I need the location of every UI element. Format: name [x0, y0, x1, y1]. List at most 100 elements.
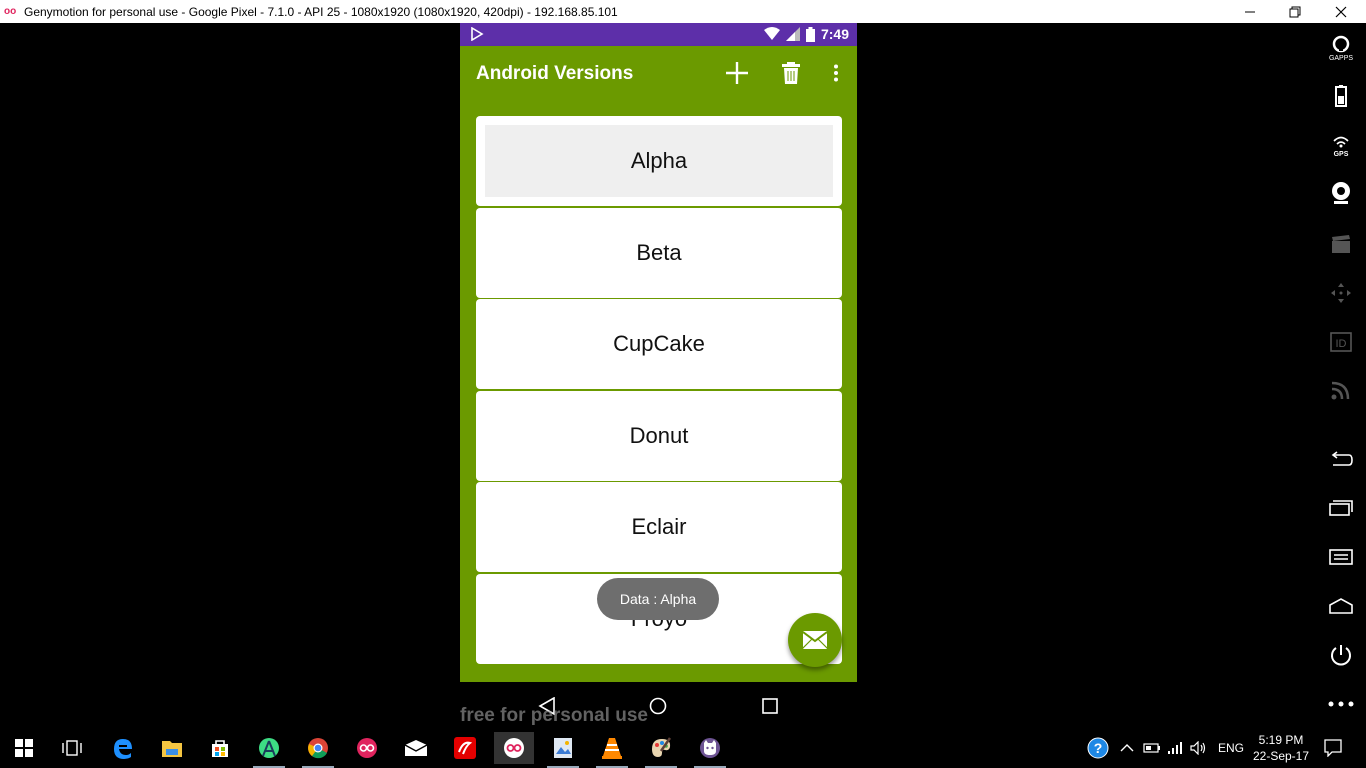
taskbar-github[interactable] [690, 732, 730, 768]
action-center-button[interactable] [1324, 728, 1342, 768]
list-item[interactable]: Donut [476, 391, 842, 481]
taskbar-mail[interactable] [396, 732, 436, 764]
device-id-button[interactable]: ID [1326, 327, 1356, 357]
taskbar-edge[interactable] [103, 732, 143, 764]
paint-icon [652, 737, 672, 757]
taskbar-paint[interactable] [641, 732, 681, 768]
genymotion-active-icon [504, 738, 524, 758]
dpad-button[interactable] [1326, 278, 1356, 308]
minimize-icon [1245, 11, 1255, 12]
recents-icon [762, 698, 778, 714]
minimize-button[interactable] [1227, 0, 1273, 23]
nav-home-button[interactable] [646, 694, 670, 718]
status-time: 7:49 [820, 26, 849, 42]
list-item[interactable]: Beta [476, 208, 842, 298]
menu-icon [1329, 549, 1353, 565]
store-icon [212, 740, 228, 757]
recent-apps-button[interactable] [1326, 493, 1356, 523]
clock-date: 22-Sep-17 [1252, 749, 1310, 763]
taskbar-genymotion-active[interactable] [494, 732, 534, 764]
android-status-bar: 7:49 [460, 23, 857, 46]
close-button[interactable] [1318, 0, 1364, 23]
wifi-icon [763, 27, 780, 40]
home-icon [1329, 598, 1353, 614]
id-icon: ID [1330, 332, 1352, 352]
taskbar-clock[interactable]: 5:19 PM 22-Sep-17 [1252, 732, 1310, 764]
chrome-icon [308, 738, 328, 759]
windows-taskbar: ? ENG 5:19 PM 22-Sep-17 [0, 728, 1366, 768]
battery-button[interactable] [1326, 81, 1356, 111]
signal-icon [785, 27, 800, 41]
delete-button[interactable] [776, 58, 806, 88]
language-indicator[interactable]: ENG [1218, 728, 1244, 768]
android-studio-icon [259, 738, 279, 758]
list-item-label: Eclair [631, 514, 687, 539]
webcam-button[interactable] [1326, 178, 1356, 208]
add-button[interactable] [722, 58, 752, 88]
window-title: Genymotion for personal use - Google Pix… [24, 4, 618, 19]
taskbar-android-studio[interactable] [249, 732, 289, 768]
media-button[interactable] [1326, 229, 1356, 259]
play-store-icon [471, 27, 484, 41]
toast-message: Data : Alpha [597, 578, 719, 620]
list-item[interactable]: Alpha [476, 116, 842, 206]
edge-icon [114, 739, 132, 759]
svg-text:GAPPS: GAPPS [1329, 55, 1353, 61]
list-item[interactable]: Eclair [476, 482, 842, 572]
power-button[interactable] [1326, 640, 1356, 670]
help-icon: ? [1087, 737, 1109, 759]
task-view-button[interactable] [52, 732, 92, 764]
email-fab-button[interactable] [788, 613, 842, 667]
email-icon [803, 631, 827, 649]
app-toolbar: Android Versions [460, 46, 857, 101]
show-hidden-icons-button[interactable] [1120, 728, 1134, 768]
taskbar-genymotion[interactable] [347, 732, 387, 764]
list-item-label: Beta [636, 240, 682, 265]
personal-use-watermark: free for personal use [460, 705, 648, 726]
nav-recents-button[interactable] [758, 694, 782, 718]
delete-icon [782, 62, 800, 84]
home-button[interactable] [1326, 591, 1356, 621]
chevron-up-icon [1120, 744, 1134, 752]
github-icon [700, 738, 720, 758]
dpad-icon [1331, 283, 1351, 303]
vlc-icon [602, 738, 622, 759]
svg-text:GPS: GPS [1334, 151, 1349, 157]
taskbar-vlc[interactable] [592, 732, 632, 768]
more-vert-icon [834, 64, 838, 82]
list-item-label: Alpha [630, 148, 688, 173]
taskbar-store[interactable] [200, 732, 240, 764]
svg-text:ID: ID [1336, 338, 1347, 350]
power-tray-icon[interactable] [1143, 728, 1161, 768]
taskbar-file-explorer[interactable] [152, 732, 192, 764]
back-button[interactable] [1326, 444, 1356, 474]
menu-button[interactable] [1326, 542, 1356, 572]
taskbar-airtel[interactable] [445, 732, 485, 764]
recent-apps-icon [1329, 500, 1353, 516]
photos-icon [554, 738, 572, 758]
list-item-label: Donut [629, 423, 689, 448]
notification-icon [1324, 739, 1342, 757]
network-button[interactable] [1326, 375, 1356, 405]
help-tray-icon[interactable]: ? [1087, 728, 1109, 768]
gps-button[interactable]: GPS [1326, 130, 1356, 160]
taskbar-chrome[interactable] [298, 732, 338, 768]
gapps-button[interactable]: GAPPS [1326, 33, 1356, 63]
genymotion-icon [357, 738, 377, 758]
list-item[interactable]: CupCake [476, 299, 842, 389]
airtel-icon [454, 737, 476, 759]
more-options-button[interactable] [821, 58, 851, 88]
more-icon [1328, 701, 1354, 707]
network-tray-icon[interactable] [1167, 728, 1183, 768]
volume-icon [1190, 741, 1206, 755]
task-view-icon [62, 740, 82, 756]
add-icon [726, 62, 748, 84]
start-button[interactable] [4, 732, 44, 764]
gps-icon: GPS [1333, 136, 1349, 157]
restore-button[interactable] [1272, 0, 1318, 23]
volume-tray-icon[interactable] [1190, 728, 1208, 768]
gapps-icon: GAPPS [1329, 35, 1353, 61]
more-tools-button[interactable] [1326, 689, 1356, 719]
taskbar-photos[interactable] [543, 732, 583, 768]
clock-time: 5:19 PM [1258, 733, 1304, 747]
